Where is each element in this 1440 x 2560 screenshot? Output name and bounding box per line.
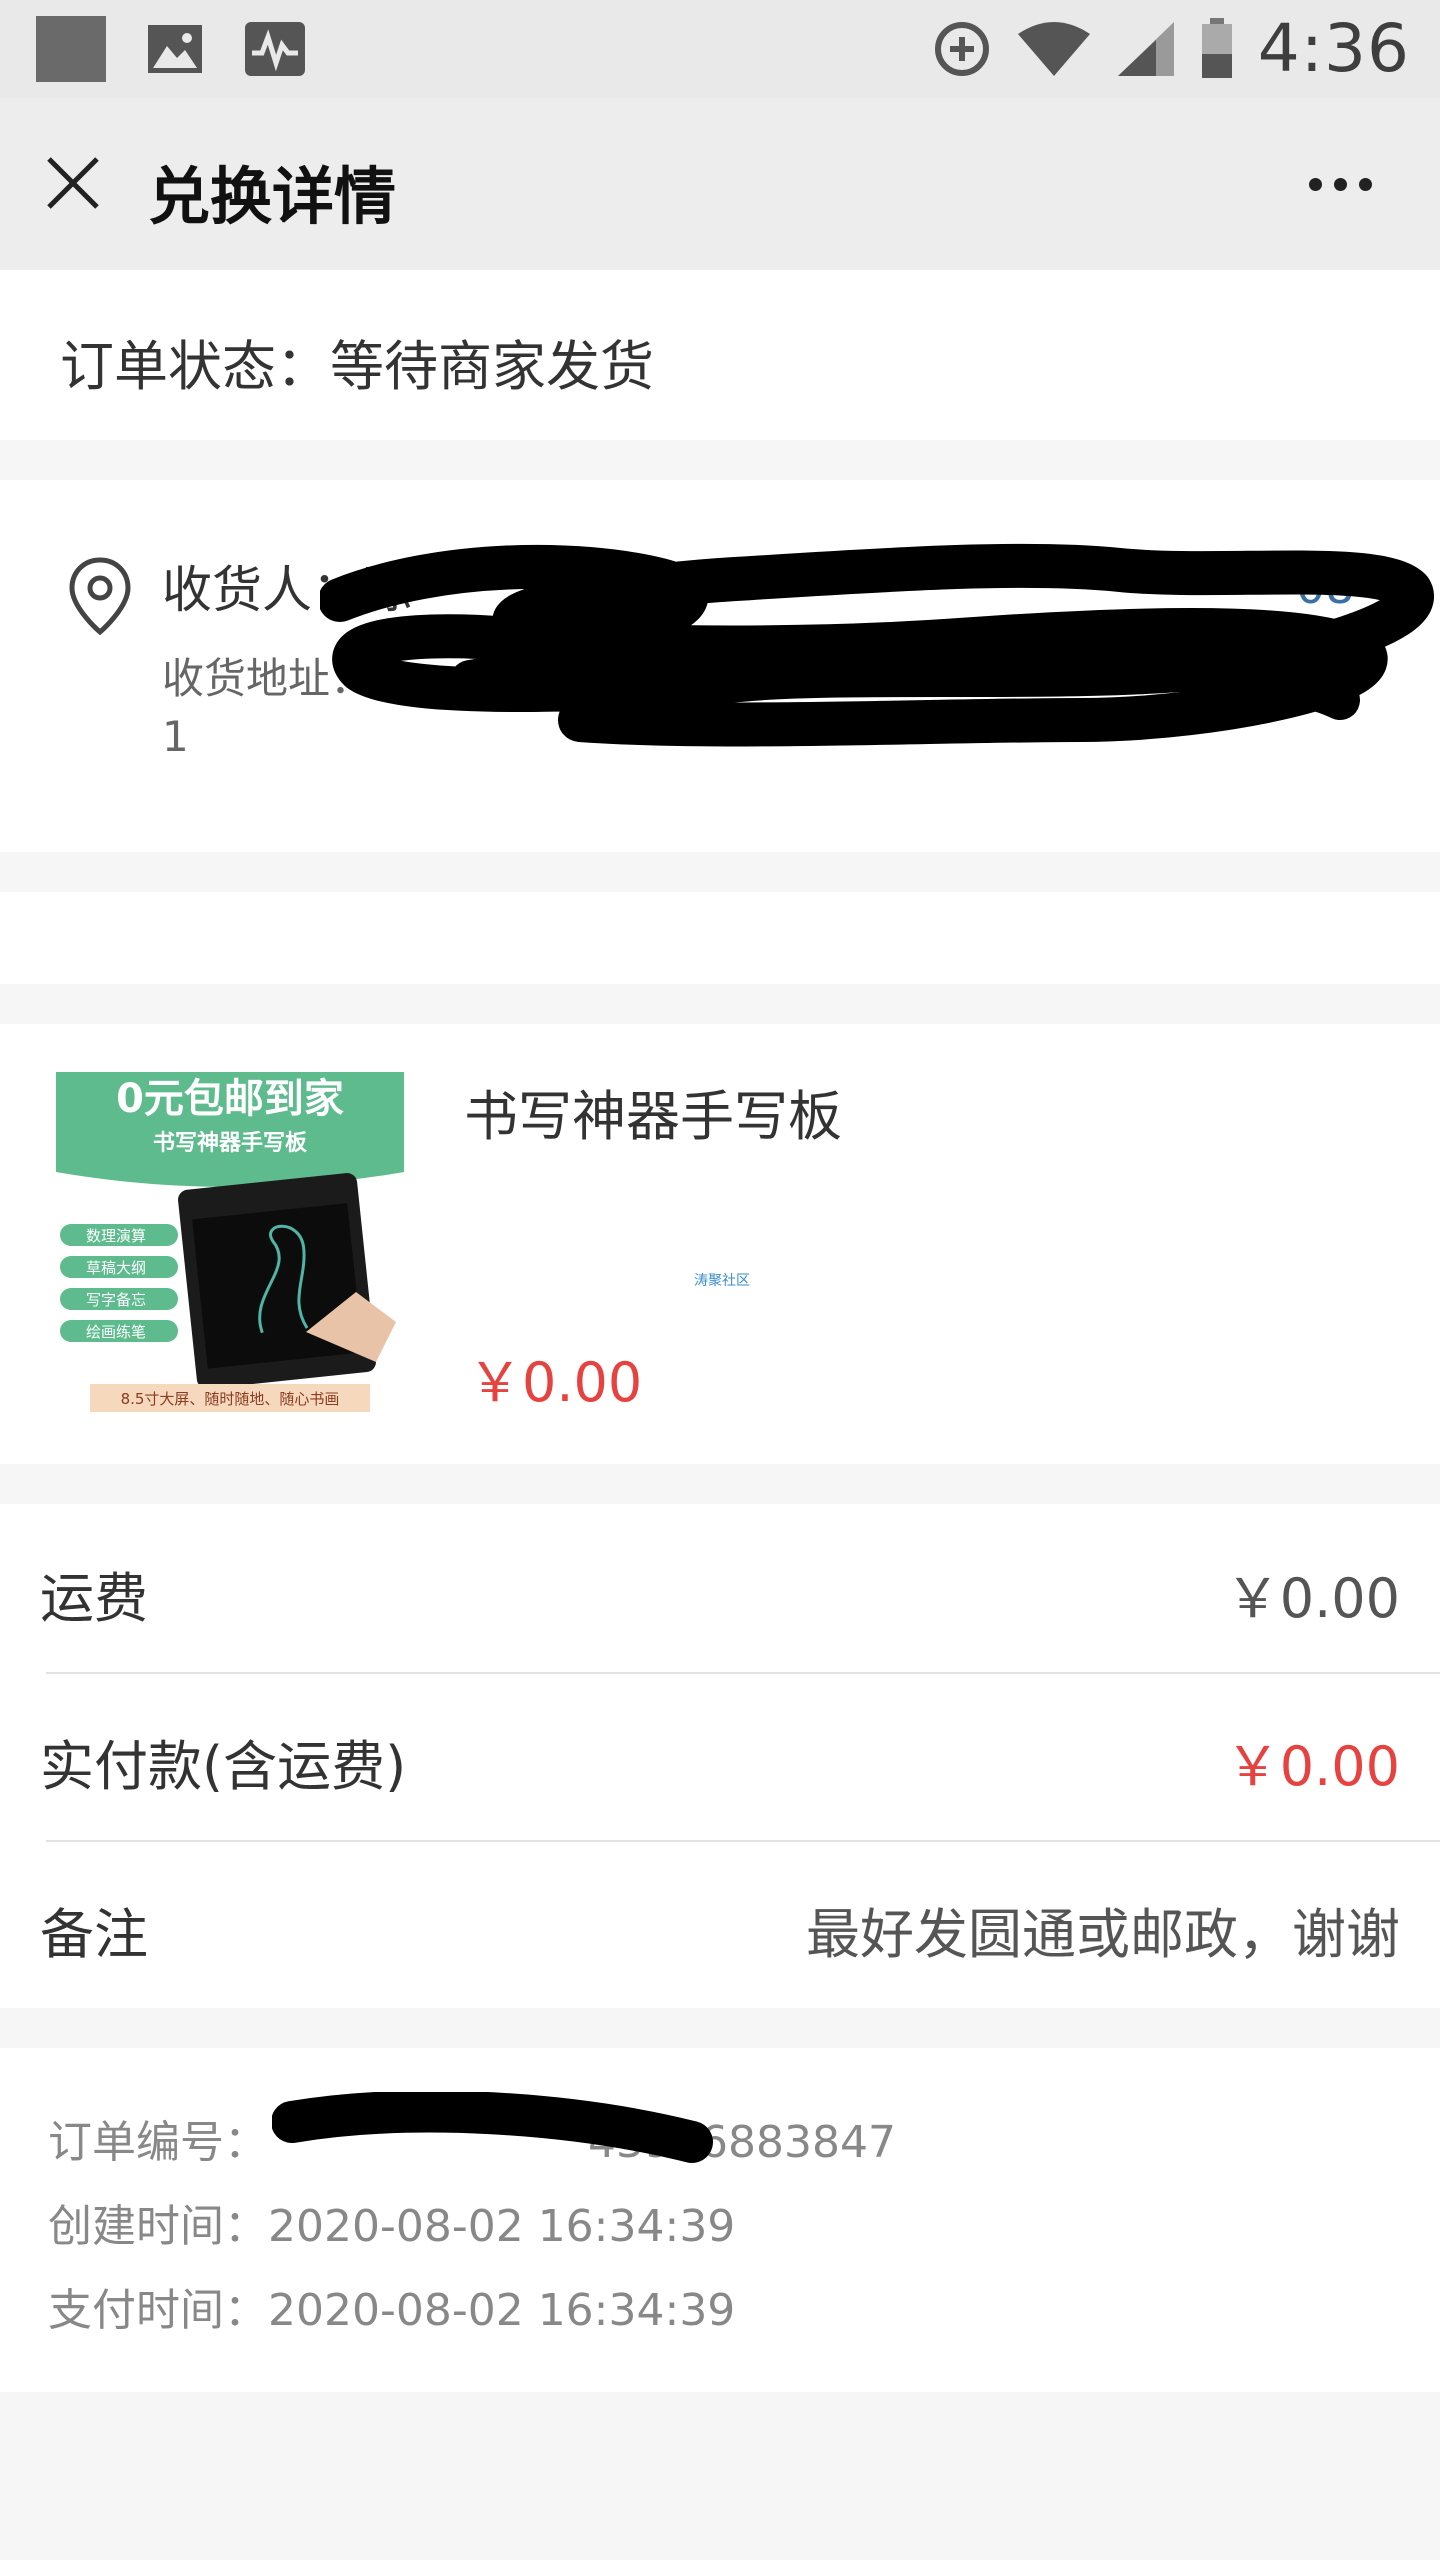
product-feature-1: 数理演算 bbox=[86, 1227, 146, 1245]
address-text-line2: 1 bbox=[162, 712, 189, 761]
paid-label: 实付款(含运费) bbox=[40, 1735, 407, 1798]
location-pin-icon bbox=[66, 556, 134, 636]
battery-icon bbox=[1201, 17, 1232, 78]
status-bar: 4:36 bbox=[0, 0, 1440, 98]
shipping-row: 运费 ￥0.00 bbox=[0, 1504, 1440, 1672]
product-feature-4: 绘画练笔 bbox=[86, 1323, 146, 1341]
status-left-icons bbox=[36, 16, 306, 82]
note-row: 备注 最好发圆通或邮政，谢谢 bbox=[0, 1840, 1440, 2008]
paid-row: 实付款(含运费) ￥0.00 bbox=[0, 1672, 1440, 1840]
product-name: 书写神器手写板 bbox=[464, 1085, 842, 1148]
product-image-footer: 8.5寸大屏、随时随地、随心书画 bbox=[121, 1390, 340, 1408]
product-image-headline: 0元包邮到家 bbox=[116, 1076, 344, 1122]
gallery-icon bbox=[144, 18, 206, 80]
more-dot bbox=[1333, 177, 1347, 191]
watermark-text: 涛聚社区 bbox=[694, 1273, 750, 1289]
order-status-card: 订单状态：等待商家发货 bbox=[0, 270, 1440, 440]
clock: 4:36 bbox=[1257, 10, 1410, 87]
signal-icon bbox=[1117, 21, 1174, 76]
redaction-scribble bbox=[320, 543, 1434, 747]
activity-icon bbox=[244, 18, 306, 80]
product-feature-2: 草稿大纲 bbox=[86, 1259, 146, 1277]
status-right-icons: 4:36 bbox=[932, 10, 1410, 87]
order-status-text: 订单状态：等待商家发货 bbox=[60, 335, 654, 398]
note-label: 备注 bbox=[40, 1903, 148, 1966]
product-price: ￥0.00 bbox=[468, 1351, 643, 1414]
paid-time: 支付时间：2020-08-02 16:34:39 bbox=[48, 2285, 736, 2336]
order-number-label: 订单编号： bbox=[48, 2117, 268, 2168]
fee-card: 运费 ￥0.00 实付款(含运费) ￥0.00 备注 最好发圆通或邮政，谢谢 bbox=[0, 1504, 1440, 2008]
page-title: 兑换详情 bbox=[148, 160, 397, 233]
close-button[interactable] bbox=[36, 146, 110, 220]
shipping-label: 运费 bbox=[40, 1567, 148, 1630]
note-value: 最好发圆通或邮政，谢谢 bbox=[806, 1903, 1400, 1966]
shipping-value: ￥0.00 bbox=[1225, 1567, 1400, 1630]
paid-value: ￥0.00 bbox=[1225, 1735, 1400, 1798]
data-saver-icon bbox=[934, 21, 989, 76]
product-feature-3: 写字备忘 bbox=[86, 1291, 146, 1309]
created-time: 创建时间：2020-08-02 16:34:39 bbox=[48, 2201, 736, 2252]
more-dot bbox=[1308, 177, 1322, 191]
more-button[interactable] bbox=[1290, 160, 1390, 208]
blank-section bbox=[0, 892, 1440, 984]
more-dot bbox=[1358, 177, 1372, 191]
order-number-redaction bbox=[272, 2092, 713, 2163]
title-bar: 兑换详情 bbox=[0, 98, 1440, 270]
product-image-subtitle: 书写神器手写板 bbox=[153, 1130, 308, 1156]
notification-icon bbox=[36, 16, 106, 82]
close-icon bbox=[47, 157, 99, 209]
product-image[interactable]: 0元包邮到家 书写神器手写板 数理演算 草稿大纲 写字备忘 绘画练笔 8.5寸大… bbox=[56, 1072, 404, 1416]
wifi-icon bbox=[1017, 21, 1090, 76]
